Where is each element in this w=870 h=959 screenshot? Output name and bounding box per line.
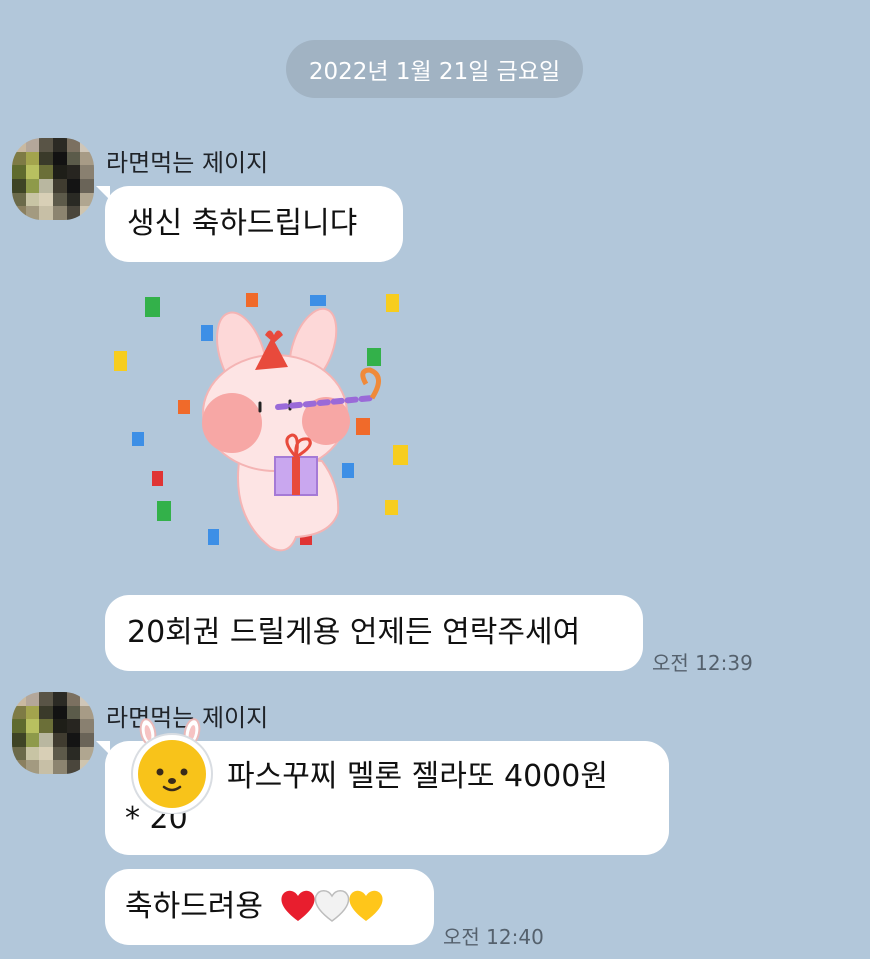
white-heart-emoji <box>314 890 349 922</box>
sender-avatar[interactable] <box>12 138 94 220</box>
message-text: 생신 축하드립니댜 <box>127 206 358 241</box>
message-text: 20회권 드릴게용 언제든 연락주세여 <box>127 615 581 650</box>
message-bubble[interactable]: 20회권 드릴게용 언제든 연락주세여 <box>105 595 643 671</box>
yellow-heart-emoji <box>348 890 383 921</box>
message-bubble[interactable]: 축하드려용 <box>105 869 434 945</box>
message-time: 오전 12:40 <box>443 925 544 949</box>
birthday-bunny-sticker[interactable] <box>110 285 430 565</box>
message-time: 오전 12:39 <box>652 651 753 675</box>
sender-avatar[interactable] <box>12 692 94 774</box>
bear-emoticon[interactable] <box>122 718 218 814</box>
message-text: 축하드려용 <box>125 889 263 924</box>
sender-name: 라면먹는 제이지 <box>106 149 269 177</box>
message-bubble[interactable]: 생신 축하드립니댜 <box>105 186 403 262</box>
date-divider: 2022년 1월 21일 금요일 <box>286 40 583 98</box>
red-heart-emoji <box>280 890 315 921</box>
